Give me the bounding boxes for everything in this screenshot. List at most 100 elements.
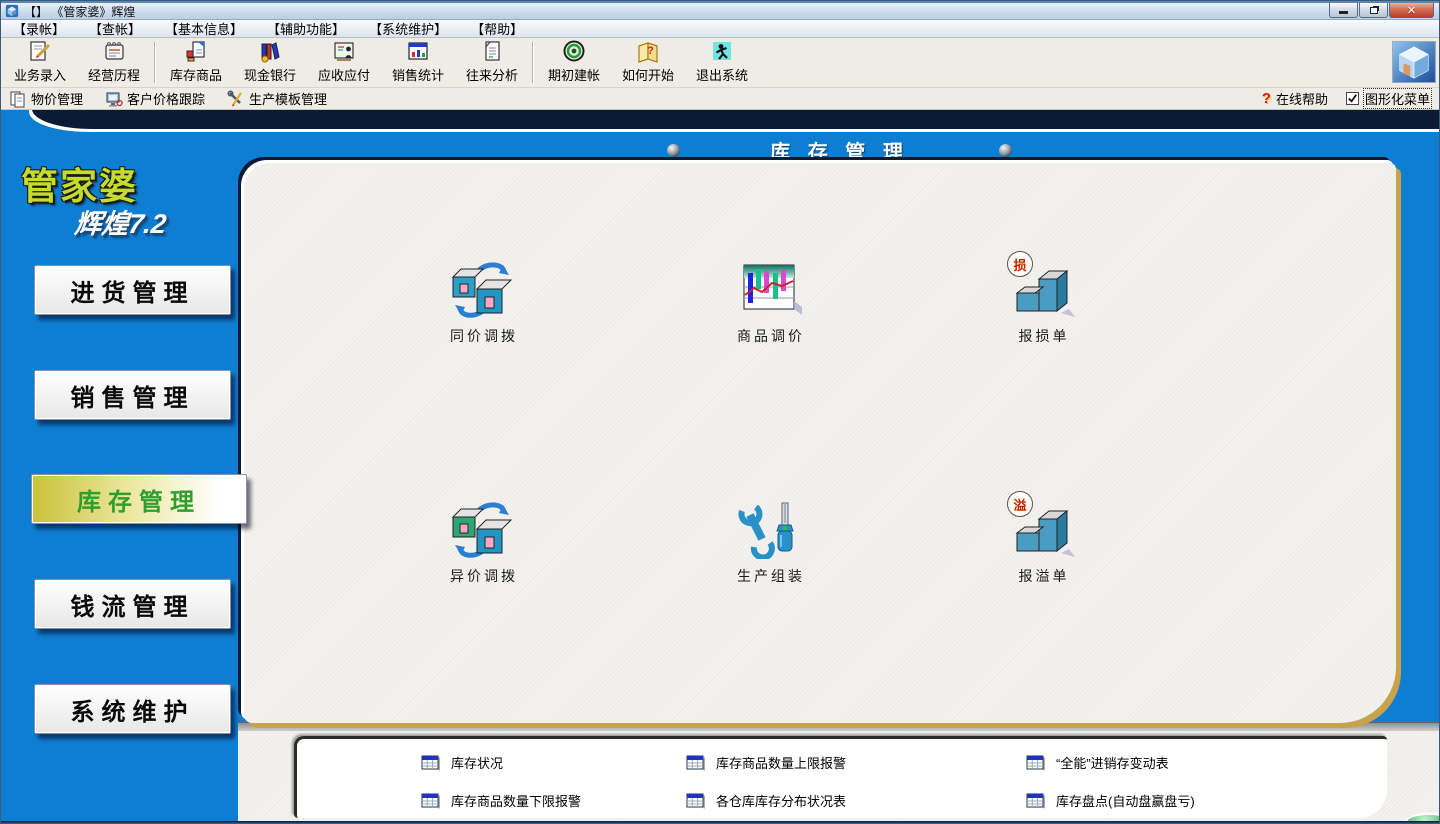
- quickbar-price-management[interactable]: 物价管理: [9, 89, 83, 108]
- module-overflow-report[interactable]: 溢 报溢单: [954, 501, 1134, 586]
- same-price-transfer-icon: [449, 261, 519, 319]
- table-report-icon: [421, 755, 441, 771]
- sidebar-item-inventory[interactable]: 库存管理: [31, 474, 247, 524]
- toolbar-initial-account[interactable]: 期初建帐: [537, 38, 611, 87]
- toolbar-label: 现金银行: [244, 65, 296, 84]
- business-entry-icon: [28, 39, 52, 63]
- toolbar-inventory-goods[interactable]: 库存商品: [159, 38, 233, 87]
- module-label: 报损单: [954, 326, 1134, 346]
- toolbar-exit-system[interactable]: 退出系统: [685, 38, 759, 87]
- help-question-icon: ?: [1262, 90, 1271, 107]
- goods-price-adjust-icon: [736, 261, 806, 319]
- quick-bar: 物价管理 客户价格跟踪 生产模板管理 ? 在线帮助: [1, 88, 1439, 110]
- report-lower-limit-alert[interactable]: 库存商品数量下限报警: [421, 791, 581, 810]
- sphere-bullet-icon: [667, 144, 680, 157]
- minimize-button[interactable]: [1329, 3, 1358, 18]
- sidebar: 管家婆 辉煌7.2 进货管理 销售管理 库存管理 钱流管理 系统维护: [1, 110, 238, 824]
- close-button[interactable]: ✕: [1389, 3, 1434, 18]
- toolbar-business-entry[interactable]: 业务录入: [3, 38, 77, 87]
- quickbar-label: 物价管理: [31, 89, 83, 108]
- module-same-price-transfer[interactable]: 同价调拨: [394, 261, 574, 346]
- quickbar-production-template[interactable]: 生产模板管理: [227, 89, 327, 108]
- menu-check-account[interactable]: 【查帐】: [77, 19, 153, 38]
- content-panel: 同价调拨 商品调价: [244, 163, 1396, 723]
- check-icon: [1347, 93, 1358, 104]
- toolbar-separator: [154, 42, 156, 83]
- production-assembly-icon: [736, 501, 806, 559]
- quickbar-label: 生产模板管理: [249, 89, 327, 108]
- svg-text:?: ?: [647, 45, 654, 57]
- graphic-menu-label[interactable]: 图形化菜单: [1364, 89, 1431, 108]
- diff-price-transfer-icon: [449, 501, 519, 559]
- exit-system-icon: [710, 39, 734, 63]
- report-stocktaking[interactable]: 库存盘点(自动盘赢盘亏): [1026, 791, 1195, 810]
- module-label: 生产组装: [681, 566, 861, 586]
- brand-cube-logo: [1392, 41, 1436, 83]
- divider-ridge: [238, 722, 1440, 731]
- toolbar-label: 业务录入: [14, 65, 66, 84]
- toolbar-operation-history[interactable]: 经营历程: [77, 38, 151, 87]
- window-title: 【】 《管家婆》辉煌: [24, 3, 135, 20]
- toolbar-label: 往来分析: [466, 65, 518, 84]
- toolbar-label: 应收应付: [318, 65, 370, 84]
- cash-bank-icon: [258, 39, 282, 63]
- menu-help[interactable]: 【帮助】: [459, 19, 535, 38]
- menu-basic-info[interactable]: 【基本信息】: [153, 19, 255, 38]
- report-allround-movement[interactable]: “全能”进销存变动表: [1026, 753, 1169, 772]
- toolbar-receivable-payable[interactable]: 应收应付: [307, 38, 381, 87]
- module-label: 同价调拨: [394, 326, 574, 346]
- reports-panel: 库存状况 库存商品数量上限报警 “全能”进销存变动表 库存商品数量下限报警 各仓…: [294, 736, 1387, 818]
- toolbar: 业务录入 经营历程 库存商品: [1, 38, 1439, 88]
- restore-button[interactable]: [1359, 3, 1388, 18]
- customer-price-tracking-icon: [105, 90, 123, 108]
- report-warehouse-distribution[interactable]: 各仓库库存分布状况表: [686, 791, 846, 810]
- inventory-goods-icon: [184, 39, 208, 63]
- module-goods-price-adjust[interactable]: 商品调价: [681, 261, 861, 346]
- toolbar-label: 库存商品: [170, 65, 222, 84]
- report-label: 库存状况: [451, 753, 503, 772]
- sidebar-item-cashflow[interactable]: 钱流管理: [34, 579, 231, 629]
- sidebar-item-purchase[interactable]: 进货管理: [34, 265, 231, 315]
- toolbar-sales-stats[interactable]: 销售统计: [381, 38, 455, 87]
- module-diff-price-transfer[interactable]: 异价调拨: [394, 501, 574, 586]
- close-icon: ✕: [1407, 4, 1416, 17]
- menu-system-maintenance[interactable]: 【系统维护】: [357, 19, 459, 38]
- graphic-menu-checkbox[interactable]: [1346, 92, 1359, 105]
- quickbar-label: 客户价格跟踪: [127, 89, 205, 108]
- module-label: 商品调价: [681, 326, 861, 346]
- table-report-icon: [421, 793, 441, 809]
- table-report-icon: [686, 755, 706, 771]
- sphere-bullet-icon: [999, 144, 1012, 157]
- menu-bar: 【录帐】 【查帐】 【基本信息】 【辅助功能】 【系统维护】 【帮助】: [1, 20, 1439, 38]
- app-icon: [5, 4, 19, 18]
- toolbar-label: 如何开始: [622, 65, 674, 84]
- receivable-payable-icon: [332, 39, 356, 63]
- quickbar-customer-price-tracking[interactable]: 客户价格跟踪: [105, 89, 205, 108]
- toolbar-label: 期初建帐: [548, 65, 600, 84]
- report-inventory-status[interactable]: 库存状况: [421, 753, 503, 772]
- toolbar-label: 销售统计: [392, 65, 444, 84]
- table-report-icon: [1026, 793, 1046, 809]
- toolbar-cash-bank[interactable]: 现金银行: [233, 38, 307, 87]
- menu-record[interactable]: 【录帐】: [1, 19, 77, 38]
- module-production-assembly[interactable]: 生产组装: [681, 501, 861, 586]
- top-curve-decoration: [29, 110, 1440, 132]
- online-help-link[interactable]: 在线帮助: [1276, 89, 1328, 108]
- minimize-icon: [1339, 11, 1348, 14]
- sidebar-item-system[interactable]: 系统维护: [34, 684, 231, 734]
- brand-logo-version: 辉煌7.2: [73, 202, 169, 241]
- menu-auxiliary[interactable]: 【辅助功能】: [255, 19, 357, 38]
- sidebar-item-sales[interactable]: 销售管理: [34, 370, 231, 420]
- report-label: 库存盘点(自动盘赢盘亏): [1056, 791, 1195, 810]
- report-label: 库存商品数量下限报警: [451, 791, 581, 810]
- toolbar-separator: [532, 42, 534, 83]
- report-upper-limit-alert[interactable]: 库存商品数量上限报警: [686, 753, 846, 772]
- report-label: 库存商品数量上限报警: [716, 753, 846, 772]
- overflow-badge: 溢: [1007, 491, 1033, 517]
- title-bar[interactable]: 【】 《管家婆》辉煌 ✕: [1, 1, 1439, 20]
- toolbar-transaction-analysis[interactable]: 往来分析: [455, 38, 529, 87]
- report-label: “全能”进销存变动表: [1056, 753, 1169, 772]
- sales-stats-icon: [406, 39, 430, 63]
- toolbar-how-to-start[interactable]: ? 如何开始: [611, 38, 685, 87]
- module-loss-report[interactable]: 损 报损单: [954, 261, 1134, 346]
